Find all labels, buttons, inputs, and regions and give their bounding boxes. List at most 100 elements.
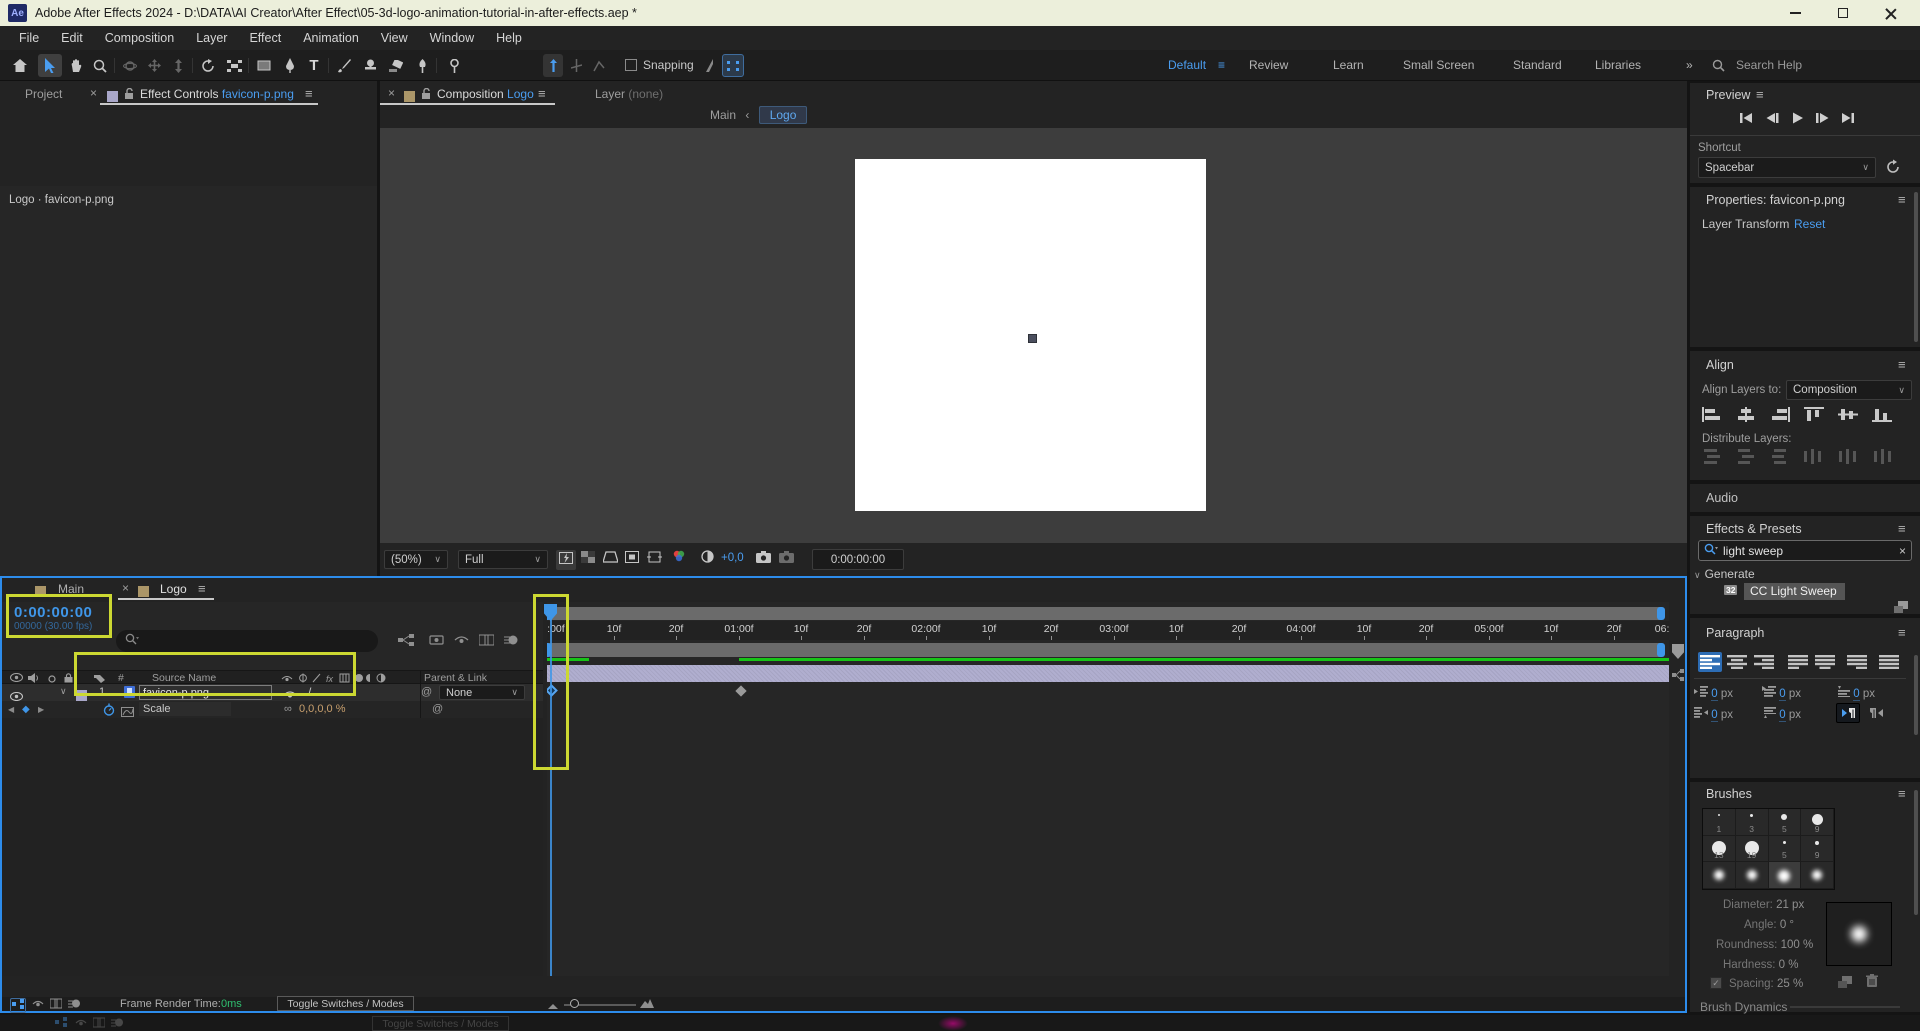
delete-brush-icon[interactable] xyxy=(1866,974,1878,992)
hand-tool-icon[interactable] xyxy=(64,54,88,77)
align-to-dropdown[interactable]: Composition∨ xyxy=(1786,380,1912,400)
preview-time-display[interactable]: 0:00:00:00 xyxy=(812,549,904,570)
previous-frame-icon[interactable] xyxy=(1764,111,1780,129)
link-dimensions-icon[interactable]: ∞ xyxy=(284,703,292,715)
brush-preset[interactable]: 3 xyxy=(1736,809,1769,836)
brushes-panel-menu-icon[interactable]: ≡ xyxy=(1898,786,1906,801)
distribute-horizontal-center-icon[interactable] xyxy=(1838,449,1858,469)
type-tool-icon[interactable]: T xyxy=(302,54,326,77)
menu-view[interactable]: View xyxy=(370,31,419,45)
timeline-track-area[interactable]: 0:00f 10f 20f 01:00f 10f 20f 02:00f 10f … xyxy=(547,602,1669,976)
pixel-aspect-correction-icon[interactable] xyxy=(647,550,662,568)
brush-hardness[interactable]: Hardness: 0 % xyxy=(1723,959,1798,971)
spacing-checkbox[interactable]: ✓ xyxy=(1710,977,1722,989)
tab-effect-controls[interactable]: Effect Controls favicon-p.png xyxy=(140,87,294,101)
snap-options-icon[interactable] xyxy=(700,54,718,77)
column-divider[interactable] xyxy=(420,670,421,718)
align-horizontal-center-icon[interactable] xyxy=(1736,407,1756,427)
motion-blur-icon[interactable] xyxy=(504,633,519,651)
transparency-grid-icon[interactable] xyxy=(581,550,595,568)
mask-visibility-icon[interactable] xyxy=(603,550,618,568)
tab-layer[interactable]: Layer (none) xyxy=(595,87,663,101)
exposure-icon[interactable] xyxy=(701,550,714,568)
tab-composition[interactable]: Composition Logo xyxy=(437,87,534,101)
composition-mini-flowchart-icon[interactable] xyxy=(398,633,414,651)
eraser-tool-icon[interactable] xyxy=(384,54,408,77)
effects-search-input[interactable] xyxy=(1723,544,1894,558)
minimize-button[interactable] xyxy=(1772,0,1818,26)
channel-icon[interactable] xyxy=(672,550,686,568)
snapping-checkbox[interactable] xyxy=(625,59,637,71)
space-before-field[interactable]: 0 px xyxy=(1836,686,1875,700)
magnification-dropdown[interactable]: (50%)∨ xyxy=(384,550,448,569)
new-panel-icon[interactable] xyxy=(1894,600,1908,618)
composition-viewport[interactable] xyxy=(380,128,1687,543)
workspace-libraries[interactable]: Libraries xyxy=(1595,58,1641,72)
clone-stamp-tool-icon[interactable] xyxy=(358,54,382,77)
timeline-search-box[interactable] xyxy=(116,630,378,652)
reset-preview-icon[interactable] xyxy=(1886,159,1901,179)
properties-panel-menu-icon[interactable]: ≡ xyxy=(1898,192,1906,207)
rectangle-tool-icon[interactable] xyxy=(252,54,276,77)
reset-transform-link[interactable]: Reset xyxy=(1794,217,1825,231)
brush-preset[interactable] xyxy=(1703,862,1736,889)
mask-region-icon[interactable] xyxy=(722,54,744,77)
region-of-interest-icon[interactable] xyxy=(625,550,639,568)
first-frame-icon[interactable] xyxy=(1738,111,1754,129)
parent-pickwhip-icon[interactable]: @ xyxy=(421,686,432,698)
shy-toggle-icon[interactable] xyxy=(32,998,44,1012)
world-axis-mode-icon[interactable] xyxy=(566,54,586,77)
brush-preset[interactable]: 9 xyxy=(1801,836,1834,863)
search-help-input[interactable] xyxy=(1736,58,1886,72)
workspace-review[interactable]: Review xyxy=(1249,58,1288,72)
roto-brush-tool-icon[interactable] xyxy=(410,54,434,77)
camera-tool-icon[interactable] xyxy=(222,54,246,77)
new-brush-icon[interactable] xyxy=(1838,975,1852,993)
workspace-menu-icon[interactable]: ≡ xyxy=(1218,58,1225,72)
distribute-bottom-icon[interactable] xyxy=(1770,449,1790,469)
properties-scrollbar[interactable] xyxy=(1914,192,1918,342)
breadcrumb-current[interactable]: Logo xyxy=(759,106,808,124)
paragraph-panel-menu-icon[interactable]: ≡ xyxy=(1898,625,1906,640)
distribute-vertical-center-icon[interactable] xyxy=(1736,449,1756,469)
space-after-field[interactable]: 0 px xyxy=(1762,707,1801,721)
frame-blend-toggle-icon[interactable] xyxy=(50,998,62,1012)
comp-mini-flowchart-icon[interactable] xyxy=(10,998,26,1013)
workspace-standard[interactable]: Standard xyxy=(1513,58,1562,72)
brush-preset[interactable]: 9 xyxy=(1801,809,1834,836)
search-help-icon[interactable] xyxy=(1712,59,1725,77)
property-pickwhip-icon[interactable]: @ xyxy=(432,703,443,715)
tab-project-close-icon[interactable]: × xyxy=(90,86,97,100)
workspace-overflow-icon[interactable]: » xyxy=(1686,58,1693,72)
breadcrumb-main[interactable]: Main xyxy=(710,108,736,122)
paragraph-align-right-button[interactable] xyxy=(1752,652,1776,672)
composition-tab-close-icon[interactable]: × xyxy=(388,86,395,100)
local-axis-mode-icon[interactable] xyxy=(543,54,563,77)
show-snapshot-icon[interactable] xyxy=(779,550,794,568)
parent-link-column[interactable]: Parent & Link xyxy=(424,672,487,684)
parent-dropdown[interactable]: None∨ xyxy=(439,685,525,700)
distribute-top-icon[interactable] xyxy=(1702,449,1722,469)
comp-marker-bin-icon[interactable] xyxy=(1672,644,1684,659)
dolly-camera-tool-icon[interactable] xyxy=(166,54,190,77)
menu-edit[interactable]: Edit xyxy=(50,31,94,45)
view-axis-mode-icon[interactable] xyxy=(589,54,609,77)
paragraph-justify-last-right-button[interactable] xyxy=(1845,652,1869,672)
timeline-zoom-knob[interactable] xyxy=(570,999,579,1008)
brush-preset[interactable] xyxy=(1801,862,1834,889)
brush-preset[interactable]: 19 xyxy=(1736,836,1769,863)
brush-preset-selected[interactable] xyxy=(1769,862,1802,889)
zoom-in-icon[interactable] xyxy=(640,998,654,1011)
scale-value[interactable]: 0,0,0,0 % xyxy=(299,703,345,715)
zoom-out-icon[interactable] xyxy=(548,1000,558,1012)
menu-animation[interactable]: Animation xyxy=(292,31,370,45)
next-frame-icon[interactable] xyxy=(1814,111,1830,129)
zoom-tool-icon[interactable] xyxy=(88,54,112,77)
work-area-end-handle[interactable] xyxy=(1657,643,1665,657)
align-left-icon[interactable] xyxy=(1702,407,1722,427)
menu-file[interactable]: File xyxy=(8,31,50,45)
fast-previews-icon[interactable] xyxy=(556,550,576,570)
align-vertical-center-icon[interactable] xyxy=(1838,407,1858,427)
rotation-tool-icon[interactable] xyxy=(196,54,220,77)
brush-tool-icon[interactable] xyxy=(332,54,356,77)
